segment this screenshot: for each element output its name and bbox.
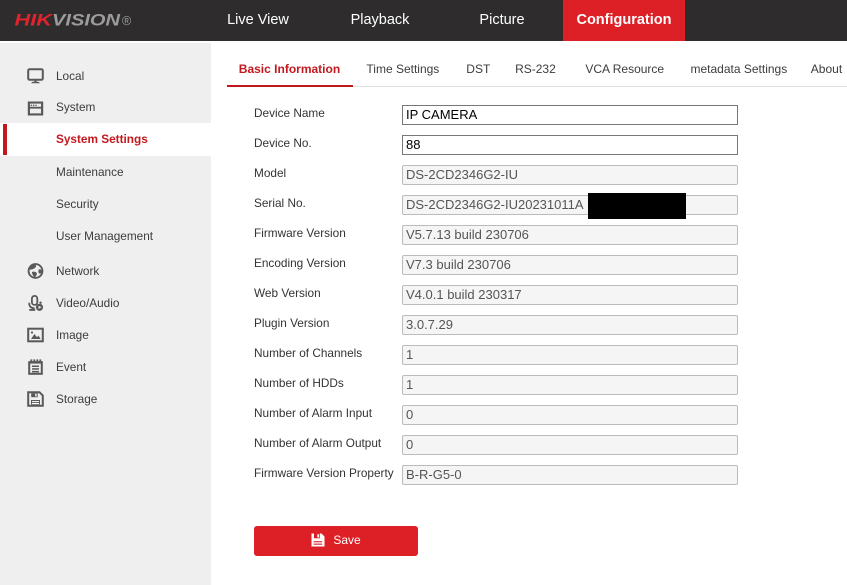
svg-text:®: ® — [122, 14, 132, 28]
svg-text:VISION: VISION — [52, 11, 121, 29]
svg-text:HIK: HIK — [15, 11, 54, 29]
